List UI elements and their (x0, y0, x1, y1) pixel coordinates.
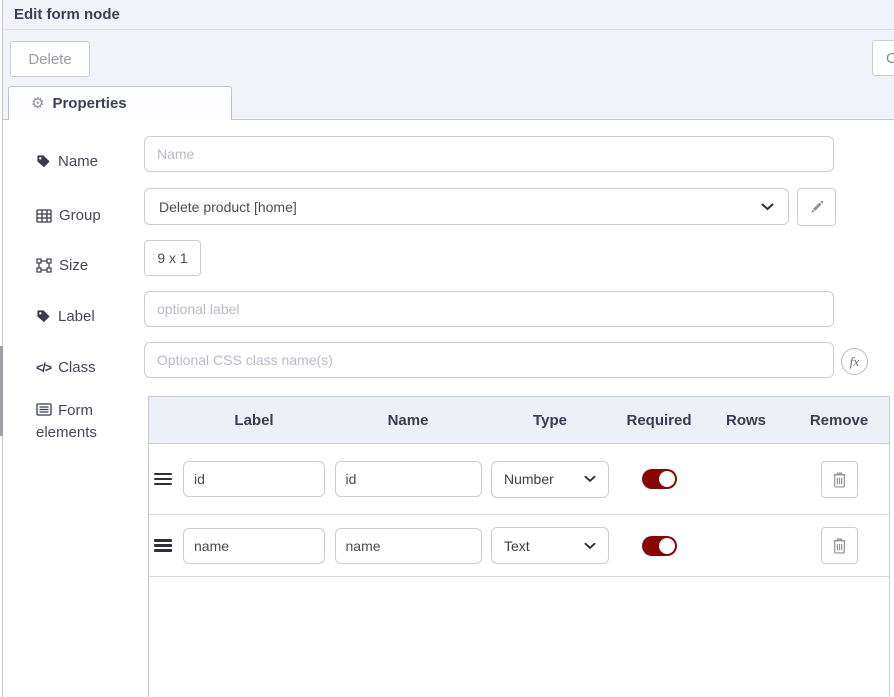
required-toggle[interactable] (642, 536, 677, 556)
drag-handle[interactable] (149, 470, 177, 488)
col-header-label: Label (177, 412, 331, 429)
trash-icon (832, 471, 847, 488)
size-label: Size (36, 257, 88, 274)
chevron-down-icon (584, 475, 596, 483)
element-name-input[interactable] (335, 528, 482, 564)
fx-expression-button[interactable]: fx (841, 348, 868, 375)
cancel-button[interactable]: Cancel (872, 40, 894, 76)
size-button[interactable]: 9 x 1 (144, 240, 201, 276)
form-elements-label: Form elements (36, 400, 128, 444)
edit-group-button[interactable] (797, 188, 836, 226)
group-label: Group (36, 207, 101, 224)
dialog-title-bar: Edit form node (3, 0, 894, 30)
tab-properties[interactable]: ⚙ Properties (8, 86, 232, 120)
dialog-content: Name Group Delete product [home] (3, 120, 894, 697)
table-icon (36, 209, 52, 223)
chevron-down-icon (584, 542, 596, 550)
tag-icon (36, 309, 51, 324)
resize-icon (36, 258, 52, 273)
delete-button[interactable]: Delete (10, 41, 90, 77)
form-element-row: Text (149, 515, 889, 577)
element-label-input[interactable] (183, 461, 325, 497)
label-input[interactable] (144, 291, 834, 327)
edit-form-node-dialog: Edit form node Delete Cancel ⚙ Propertie… (0, 0, 894, 697)
drag-handle-icon (154, 470, 172, 488)
required-toggle[interactable] (642, 469, 677, 489)
list-icon (36, 403, 52, 416)
element-type-value: Number (504, 471, 584, 487)
col-header-type: Type (485, 412, 615, 429)
class-input[interactable] (144, 342, 834, 378)
form-elements-table-header: Label Name Type Required Rows Remove (149, 397, 889, 444)
element-type-select[interactable]: Number (491, 461, 609, 498)
tag-icon (36, 154, 51, 169)
name-input[interactable] (144, 136, 834, 172)
remove-element-button[interactable] (821, 527, 858, 564)
code-icon: </> (36, 361, 51, 375)
element-name-input[interactable] (335, 461, 482, 497)
element-label-input[interactable] (183, 528, 325, 564)
col-header-remove: Remove (789, 412, 889, 429)
pencil-icon (810, 200, 824, 214)
col-header-required: Required (615, 412, 703, 429)
form-elements-rows: Number (149, 444, 889, 577)
group-select[interactable]: Delete product [home] (144, 188, 789, 225)
form-elements-table: Label Name Type Required Rows Remove Num… (148, 396, 890, 697)
tab-properties-label: Properties (52, 95, 126, 112)
element-type-select[interactable]: Text (491, 527, 609, 564)
col-header-name: Name (331, 412, 485, 429)
name-label: Name (36, 153, 98, 170)
gear-icon: ⚙ (31, 96, 44, 111)
drag-handle-icon (154, 536, 172, 554)
col-header-rows: Rows (703, 412, 789, 429)
element-type-value: Text (504, 538, 584, 554)
dialog-top-area: Edit form node Delete Cancel ⚙ Propertie… (3, 0, 894, 120)
dialog-title: Edit form node (14, 6, 120, 23)
group-select-value: Delete product [home] (159, 199, 761, 215)
form-element-row: Number (149, 444, 889, 515)
trash-icon (832, 537, 847, 554)
label-label: Label (36, 308, 95, 325)
drag-handle[interactable] (149, 536, 177, 554)
remove-element-button[interactable] (821, 461, 858, 498)
chevron-down-icon (761, 203, 774, 211)
class-label: </> Class (36, 359, 96, 376)
